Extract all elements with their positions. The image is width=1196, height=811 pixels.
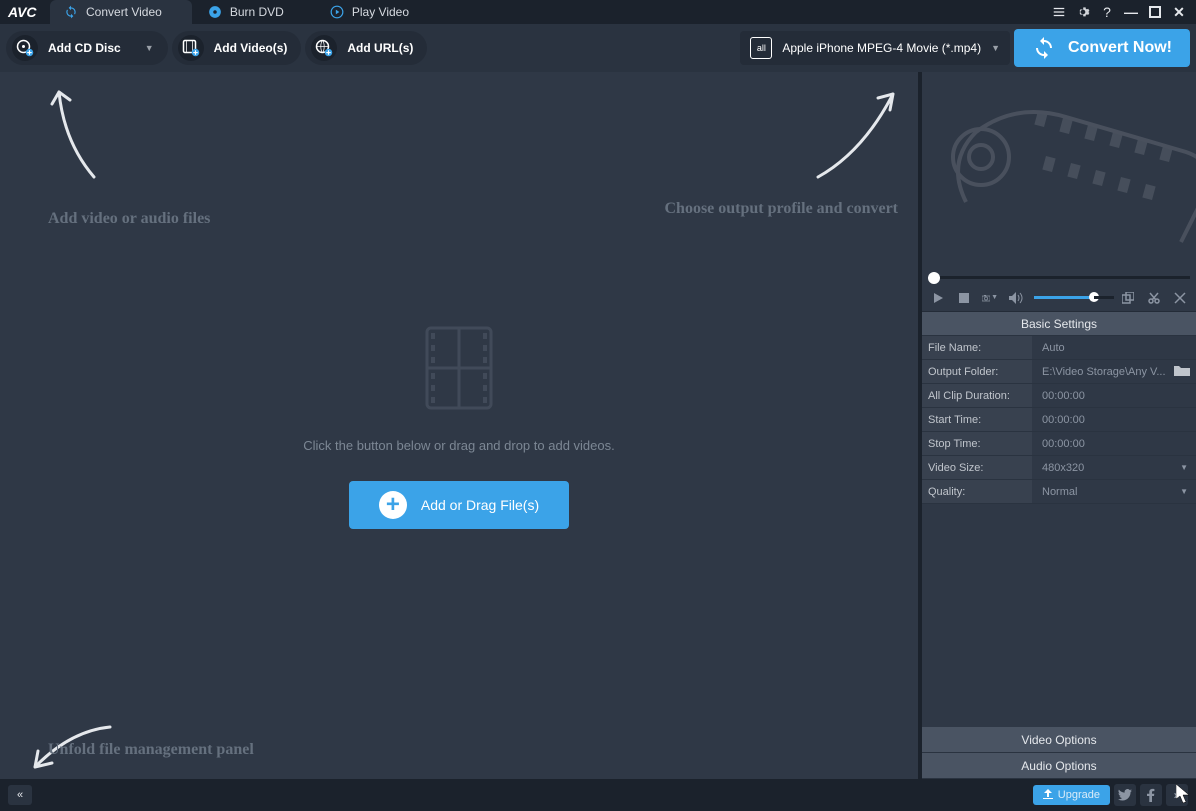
add-cd-disc-button[interactable]: Add CD Disc ▼ bbox=[6, 31, 168, 65]
button-label: Add CD Disc bbox=[48, 41, 121, 55]
audio-options-button[interactable]: Audio Options bbox=[922, 753, 1196, 779]
chevron-down-icon: ▼ bbox=[991, 43, 1000, 53]
stop-time-value[interactable]: 00:00:00 bbox=[1032, 432, 1196, 455]
prop-label: All Clip Duration: bbox=[922, 384, 1032, 407]
right-panel: ▼ Basic Settings File Name: Auto Output … bbox=[918, 72, 1196, 779]
tab-label: Burn DVD bbox=[230, 5, 284, 19]
disc-add-icon bbox=[12, 35, 38, 61]
prop-label: File Name: bbox=[922, 336, 1032, 359]
volume-slider[interactable] bbox=[1034, 296, 1094, 299]
tab-play-video[interactable]: Play Video bbox=[316, 0, 439, 24]
prop-label: Output Folder: bbox=[922, 360, 1032, 383]
row-stop-time: Stop Time: 00:00:00 bbox=[922, 432, 1196, 456]
hint-add-files: Add video or audio files bbox=[48, 210, 210, 228]
hint-unfold-panel: Unfold file management panel bbox=[48, 741, 254, 759]
row-output-folder: Output Folder: E:\Video Storage\Any V... bbox=[922, 360, 1196, 384]
preview-area bbox=[922, 72, 1196, 272]
add-or-drag-button[interactable]: + Add or Drag File(s) bbox=[349, 481, 569, 529]
tab-label: Convert Video bbox=[86, 5, 162, 19]
drop-stage[interactable]: Add video or audio files Choose output p… bbox=[0, 72, 918, 779]
preview-controls: ▼ bbox=[922, 284, 1196, 312]
twitter-button[interactable] bbox=[1114, 784, 1136, 806]
maximize-button[interactable] bbox=[1146, 3, 1164, 21]
prop-label: Start Time: bbox=[922, 408, 1032, 431]
disc-icon bbox=[208, 5, 222, 19]
play-button[interactable] bbox=[930, 290, 946, 306]
film-add-icon bbox=[178, 35, 204, 61]
tab-convert-video[interactable]: Convert Video bbox=[50, 0, 192, 24]
help-icon[interactable]: ? bbox=[1098, 3, 1116, 21]
globe-add-icon bbox=[311, 35, 337, 61]
video-options-button[interactable]: Video Options bbox=[922, 727, 1196, 753]
quality-select[interactable]: Normal▼ bbox=[1032, 480, 1196, 503]
tab-label: Play Video bbox=[352, 5, 409, 19]
button-label: Add Video(s) bbox=[214, 41, 288, 55]
button-label: Convert Now! bbox=[1068, 39, 1172, 57]
upgrade-button[interactable]: Upgrade bbox=[1033, 785, 1110, 805]
prop-label: Quality: bbox=[922, 480, 1032, 503]
chevron-down-icon: ▼ bbox=[1180, 487, 1188, 496]
upload-arrow-icon bbox=[1043, 789, 1053, 802]
row-start-time: Start Time: 00:00:00 bbox=[922, 408, 1196, 432]
row-duration: All Clip Duration: 00:00:00 bbox=[922, 384, 1196, 408]
plus-circle-icon: + bbox=[379, 491, 407, 519]
seek-slider[interactable] bbox=[922, 272, 1196, 284]
unfold-panel-button[interactable]: « bbox=[8, 785, 32, 805]
prop-label: Video Size: bbox=[922, 456, 1032, 479]
popout-button[interactable] bbox=[1120, 290, 1136, 306]
video-size-select[interactable]: 480x320▼ bbox=[1032, 456, 1196, 479]
start-time-value[interactable]: 00:00:00 bbox=[1032, 408, 1196, 431]
duration-value: 00:00:00 bbox=[1032, 384, 1196, 407]
app-logo: AVC bbox=[0, 4, 50, 20]
output-profile-select[interactable]: all Apple iPhone MPEG-4 Movie (*.mp4) ▼ bbox=[740, 31, 1010, 65]
tabs: Convert Video Burn DVD Play Video bbox=[50, 0, 441, 24]
file-name-value[interactable]: Auto bbox=[1032, 336, 1196, 359]
titlebar: AVC Convert Video Burn DVD Play Video bbox=[0, 0, 1196, 24]
button-label: Add or Drag File(s) bbox=[421, 497, 539, 513]
settings-icon[interactable] bbox=[1074, 3, 1092, 21]
film-strip-icon bbox=[419, 323, 499, 418]
button-label: Upgrade bbox=[1058, 789, 1100, 801]
row-file-name: File Name: Auto bbox=[922, 336, 1196, 360]
basic-settings-header: Basic Settings bbox=[922, 312, 1196, 336]
toolbar: Add CD Disc ▼ Add Video(s) Add URL(s) al… bbox=[0, 24, 1196, 72]
refresh-icon bbox=[64, 5, 78, 19]
seek-thumb[interactable] bbox=[928, 272, 940, 284]
row-quality: Quality: Normal▼ bbox=[922, 480, 1196, 504]
profile-all-icon: all bbox=[750, 37, 772, 59]
add-videos-button[interactable]: Add Video(s) bbox=[172, 31, 302, 65]
play-icon bbox=[330, 5, 344, 19]
prop-label: Stop Time: bbox=[922, 432, 1032, 455]
volume-thumb[interactable] bbox=[1089, 292, 1099, 302]
crop-button[interactable] bbox=[1172, 290, 1188, 306]
output-folder-value[interactable]: E:\Video Storage\Any V... bbox=[1032, 360, 1196, 383]
minimize-button[interactable]: — bbox=[1122, 3, 1140, 21]
chevron-down-icon: ▼ bbox=[1180, 463, 1188, 472]
hint-choose-profile: Choose output profile and convert bbox=[665, 200, 899, 218]
add-urls-button[interactable]: Add URL(s) bbox=[305, 31, 427, 65]
close-button[interactable]: ✕ bbox=[1170, 3, 1188, 21]
profile-label: Apple iPhone MPEG-4 Movie (*.mp4) bbox=[782, 41, 981, 55]
convert-now-button[interactable]: Convert Now! bbox=[1014, 29, 1190, 67]
convert-icon bbox=[1032, 36, 1056, 60]
stop-button[interactable] bbox=[956, 290, 972, 306]
folder-browse-icon[interactable] bbox=[1174, 364, 1190, 379]
row-video-size: Video Size: 480x320▼ bbox=[922, 456, 1196, 480]
mouse-cursor-icon bbox=[1176, 784, 1192, 809]
cut-button[interactable] bbox=[1146, 290, 1162, 306]
volume-button[interactable] bbox=[1008, 290, 1024, 306]
window-controls: ? — ✕ bbox=[1050, 3, 1196, 21]
facebook-button[interactable] bbox=[1140, 784, 1162, 806]
bottombar: « Upgrade » bbox=[0, 779, 1196, 811]
snapshot-button[interactable]: ▼ bbox=[982, 290, 998, 306]
stage-instruction: Click the button below or drag and drop … bbox=[303, 438, 614, 453]
main-area: Add video or audio files Choose output p… bbox=[0, 72, 1196, 779]
chevron-down-icon: ▼ bbox=[145, 43, 154, 53]
tab-burn-dvd[interactable]: Burn DVD bbox=[194, 0, 314, 24]
list-icon[interactable] bbox=[1050, 3, 1068, 21]
button-label: Add URL(s) bbox=[347, 41, 413, 55]
